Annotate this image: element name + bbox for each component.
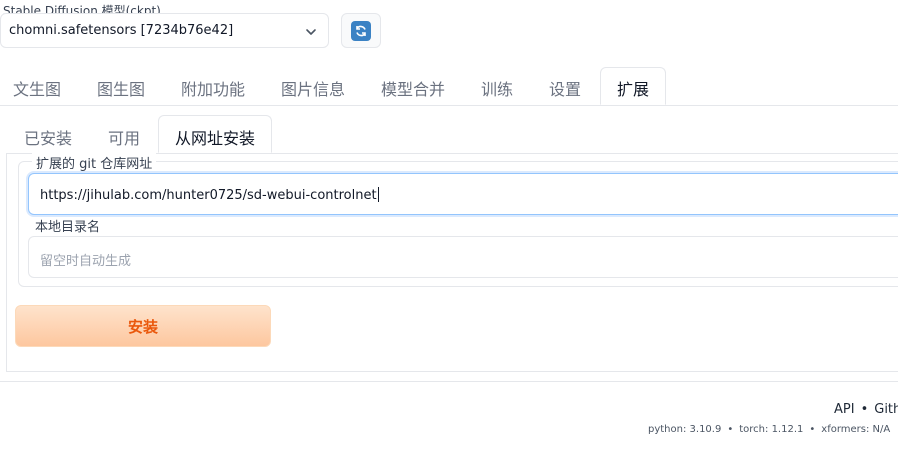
api-link[interactable]: API [834,402,855,417]
git-url-input[interactable]: https://jihulab.com/hunter0725/sd-webui-… [28,173,898,215]
tab-checkpoint-merger[interactable]: 模型合并 [381,76,445,100]
refresh-icon [351,20,371,41]
tab-settings[interactable]: 设置 [549,76,581,100]
tab-png-info[interactable]: 图片信息 [281,76,345,100]
info-separator: • [809,424,816,435]
tab-train[interactable]: 训练 [481,76,513,100]
tab-txt2img[interactable]: 文生图 [13,76,61,100]
tab-img2img[interactable]: 图生图 [97,76,145,100]
local-dir-input[interactable]: 留空时自动生成 [28,236,898,278]
info-separator: • [727,424,734,435]
subtab-installed[interactable]: 已安装 [24,125,72,149]
chevron-down-icon [304,24,318,38]
footer-links: API • Githu [834,402,898,417]
webui-root: Stable Diffusion 模型(ckpt) chomni.safeten… [0,0,898,471]
url-field-label: 扩展的 git 仓库网址 [32,153,157,172]
version-info: python: 3.10.9 • torch: 1.12.1 • xformers: N… [648,424,890,435]
text-caret [377,187,379,202]
git-url-value: https://jihulab.com/hunter0725/sd-webui-… [40,188,377,203]
xformers-version: xformers: N/A [821,424,891,435]
dir-field-label: 本地目录名 [35,220,101,235]
github-link[interactable]: Githu [874,402,898,417]
extension-subtabs: 已安装 可用 从网址安装 [6,115,898,154]
local-dir-placeholder: 留空时自动生成 [40,254,132,269]
tab-extensions[interactable]: 扩展 [600,67,667,105]
model-selected-value: chomni.safetensors [7234b76e42] [9,23,234,38]
torch-version: torch: 1.12.1 [739,424,804,435]
subtab-available[interactable]: 可用 [108,125,140,149]
python-version: python: 3.10.9 [648,424,722,435]
subtab-install-from-url[interactable]: 从网址安装 [158,115,273,153]
footer-divider [0,381,898,382]
tab-extras[interactable]: 附加功能 [181,76,245,100]
refresh-models-button[interactable] [341,13,381,48]
footer-link-separator: • [860,402,869,417]
main-tabs: 文生图 图生图 附加功能 图片信息 模型合并 训练 设置 扩展 [0,67,898,106]
install-button[interactable]: 安装 [15,305,271,347]
model-dropdown[interactable]: chomni.safetensors [7234b76e42] [0,13,329,48]
